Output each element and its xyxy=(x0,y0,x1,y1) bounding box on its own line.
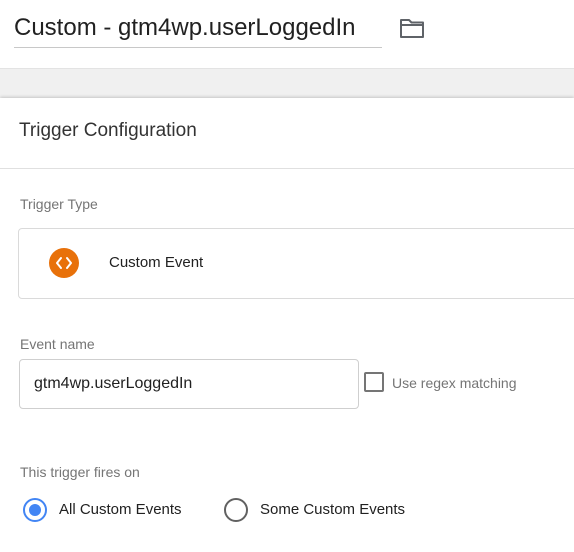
folder-icon[interactable] xyxy=(399,17,425,39)
all-custom-events-radio[interactable] xyxy=(23,498,47,522)
event-name-label: Event name xyxy=(20,336,95,352)
regex-checkbox-label[interactable]: Use regex matching xyxy=(392,375,517,391)
trigger-type-selector[interactable]: Custom Event xyxy=(18,228,574,299)
some-custom-events-label[interactable]: Some Custom Events xyxy=(260,501,405,518)
trigger-name-field[interactable]: Custom - gtm4wp.userLoggedIn xyxy=(14,12,382,48)
code-brackets-icon xyxy=(49,248,79,278)
trigger-header: Custom - gtm4wp.userLoggedIn xyxy=(0,0,574,69)
fires-on-label: This trigger fires on xyxy=(20,464,140,480)
trigger-configuration-card: Trigger Configuration Trigger Type Custo… xyxy=(0,98,574,552)
card-title: Trigger Configuration xyxy=(19,120,197,141)
all-custom-events-label[interactable]: All Custom Events xyxy=(59,501,182,518)
some-custom-events-radio[interactable] xyxy=(224,498,248,522)
card-divider xyxy=(0,168,574,169)
trigger-type-label: Trigger Type xyxy=(20,196,98,212)
trigger-type-value: Custom Event xyxy=(109,254,204,271)
event-name-input[interactable] xyxy=(19,359,359,409)
regex-checkbox[interactable] xyxy=(364,372,384,392)
